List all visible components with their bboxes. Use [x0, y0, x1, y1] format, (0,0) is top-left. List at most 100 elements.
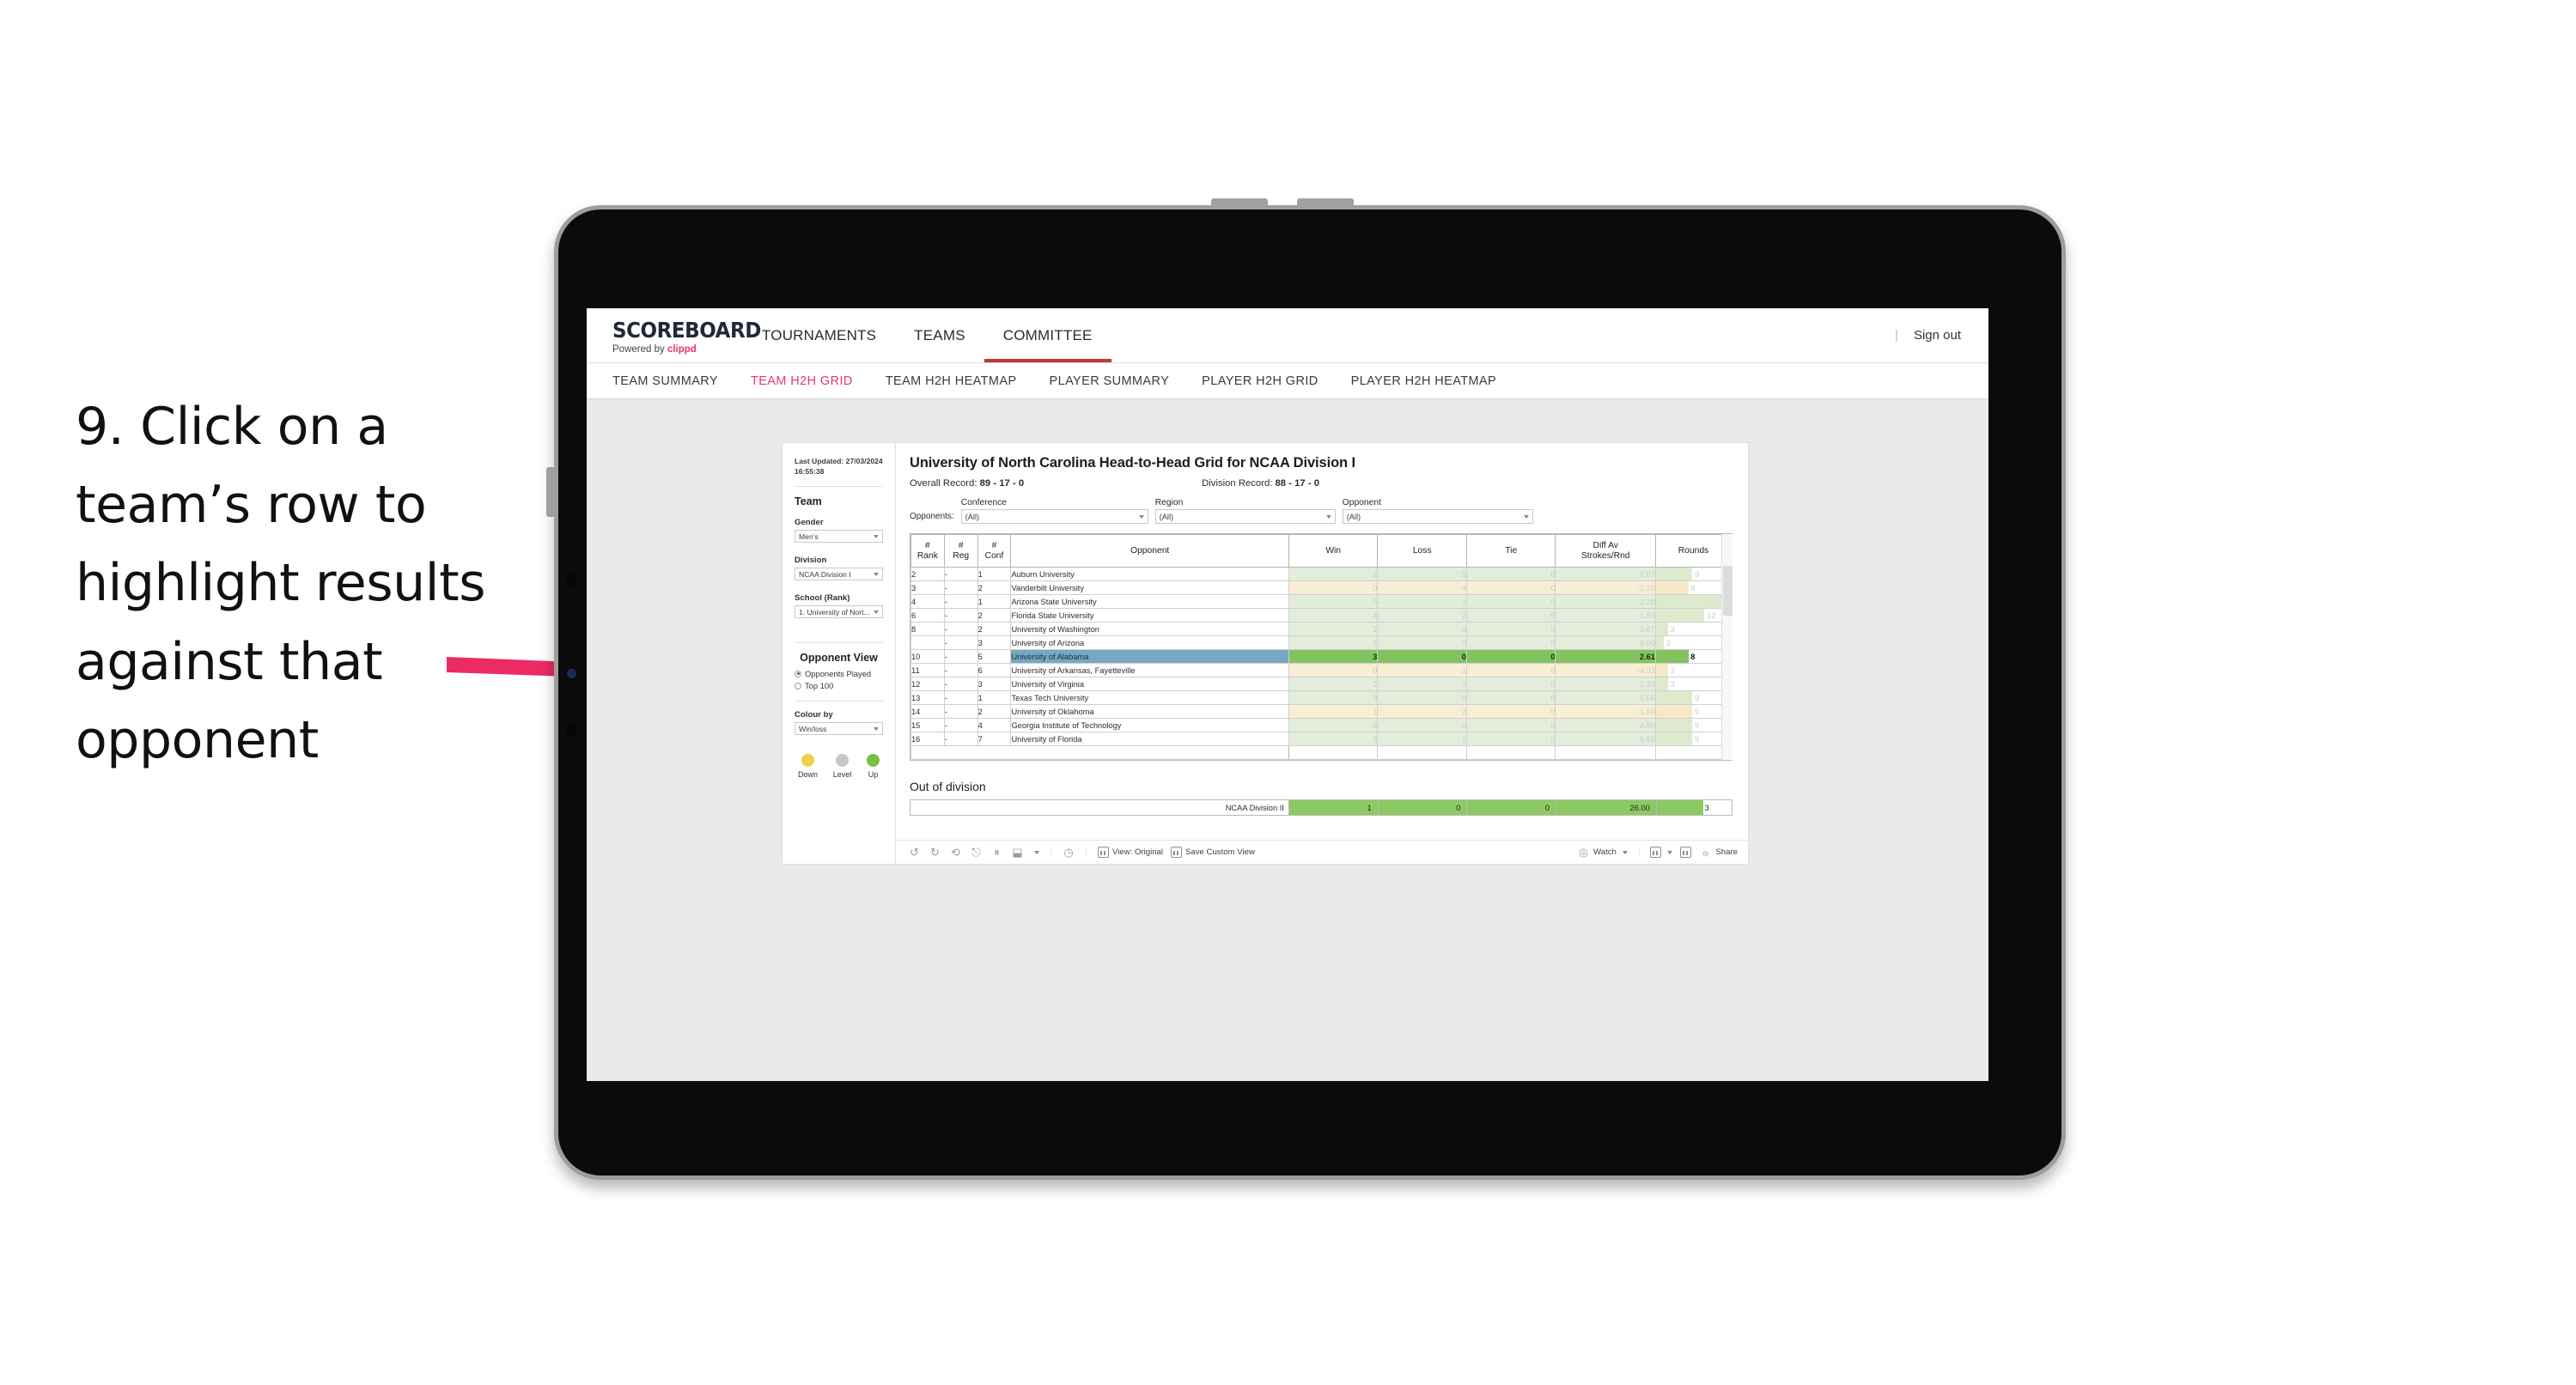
cell-conf: 6 [977, 663, 1012, 677]
cell-opponent: Auburn University [1010, 567, 1289, 581]
cell-rounds: 9 [1654, 567, 1733, 581]
volume-up-button[interactable] [1211, 198, 1268, 207]
radio-icon [795, 682, 801, 689]
cell-conf: 5 [977, 649, 1012, 664]
cell-conf: 1 [977, 690, 1012, 705]
download-button[interactable] [1650, 847, 1673, 858]
tab-team-h2h-grid[interactable]: TEAM H2H GRID [751, 374, 853, 388]
rounds-value: 9 [1694, 693, 1700, 702]
nav-teams[interactable]: TEAMS [895, 308, 984, 362]
cell-loss: 0 [1377, 718, 1467, 732]
cell-loss: 1 [1377, 663, 1467, 677]
col-rounds: Rounds [1654, 534, 1733, 568]
h2h-table: # Rank # Reg # Conf Opponent Win Loss Tie D… [910, 534, 1733, 760]
watch-button[interactable]: ◎ Watch [1577, 846, 1628, 859]
table-row[interactable]: 13-1 Texas Tech University 3 0 0 5.56 9 [910, 690, 1733, 705]
app-header: SCOREBOARD Powered by clippd TOURNAMENTS… [587, 308, 1988, 363]
viz-toolbar: ↺ ↻ ⟲ ⎋ ⏸ ⬓ | ◷ | View: Original Save Cu… [896, 840, 1748, 864]
division-select[interactable]: NCAA Division I [795, 568, 883, 581]
nav-committee[interactable]: COMMITTEE [984, 308, 1111, 362]
col-rank: # Rank [910, 534, 945, 568]
volume-down-button[interactable] [1297, 198, 1354, 207]
revert-icon[interactable]: ⟲ [949, 846, 962, 859]
cell-rank: 11 [910, 663, 945, 677]
cell-reg: - [943, 567, 978, 581]
redo-icon[interactable]: ↻ [929, 846, 941, 859]
cell-tie: 0 [1465, 704, 1556, 719]
reset-icon[interactable]: ⬓ [1011, 846, 1024, 859]
scrollbar-thumb[interactable] [1723, 566, 1733, 616]
tab-team-h2h-heatmap[interactable]: TEAM H2H HEATMAP [886, 374, 1017, 388]
sign-out-link[interactable]: Sign out [1914, 328, 1961, 343]
undo-icon[interactable]: ↺ [908, 846, 921, 859]
region-select[interactable]: (All) [1154, 509, 1336, 524]
cell-win: 0 [1288, 580, 1379, 595]
scoreboard-logo[interactable]: SCOREBOARD Powered by clippd [587, 308, 761, 362]
tab-player-h2h-grid[interactable]: PLAYER H2H GRID [1202, 374, 1318, 388]
radio-opponents-played[interactable]: Opponents Played [795, 669, 883, 678]
chevron-down-icon[interactable] [1034, 850, 1039, 854]
cell-reg: - [943, 663, 978, 677]
pause-icon[interactable]: ⏸ [990, 846, 1003, 859]
cell-loss: 0 [1377, 677, 1467, 691]
cell-rank: 10 [910, 649, 945, 664]
overall-record-label: Overall Record: [910, 478, 977, 489]
share-button[interactable]: ⦵ Share [1699, 846, 1738, 859]
clippd-brand: clippd [667, 344, 697, 355]
legend-item-down: Down [798, 754, 818, 779]
logo-powered-by: Powered by clippd [612, 344, 697, 355]
tab-team-summary[interactable]: TEAM SUMMARY [612, 374, 718, 388]
colour-by-select[interactable]: Win/loss [795, 722, 883, 736]
table-row[interactable]: 15-4 Georgia Institute of Technology 5 0 0 4.… [910, 718, 1733, 732]
table-row[interactable]: 14-2 University of Oklahoma 1 2 0 -1.00 9 [910, 704, 1733, 719]
cell-win: 5 [1288, 594, 1379, 609]
fullscreen-button[interactable] [1680, 847, 1692, 858]
table-row[interactable]: 3-2 Vanderbilt University 0 4 0 -2.29 8 [910, 580, 1733, 595]
division-value: NCAA Division I [799, 569, 851, 579]
col-reg: # Reg [943, 534, 978, 568]
table-row[interactable]: -3 University of Arizona 1 0 0 9.00 2 [910, 635, 1733, 650]
tab-player-summary[interactable]: PLAYER SUMMARY [1050, 374, 1170, 388]
cell-diff: 4.50 [1555, 718, 1656, 732]
clock-icon[interactable]: ◷ [1063, 846, 1075, 859]
cell-opponent: University of Florida [1010, 732, 1289, 746]
view-original-button[interactable]: View: Original [1098, 847, 1163, 858]
radio-top-100[interactable]: Top 100 [795, 681, 883, 690]
cell-diff: 2.28 [1555, 594, 1656, 609]
cell-tie: 0 [1465, 732, 1556, 746]
table-row[interactable]: 6-2 Florida State University 4 2 0 1.83 12 [910, 608, 1733, 623]
cell-rounds: 17 [1654, 594, 1733, 609]
table-row[interactable]: 11-6 University of Arkansas, Fayetteville… [910, 663, 1733, 677]
division-record-value: 88 - 17 - 0 [1275, 478, 1320, 489]
table-row[interactable]: 16-7 University of Florida 3 1 0 6.62 9 [910, 732, 1733, 746]
power-button[interactable] [546, 467, 555, 517]
gender-select[interactable]: Men’s [795, 530, 883, 544]
tab-player-h2h-heatmap[interactable]: PLAYER H2H HEATMAP [1351, 374, 1496, 388]
out-of-division-row[interactable]: NCAA Division II 1 0 0 26.00 3 [910, 799, 1733, 816]
chevron-down-icon [874, 610, 879, 614]
save-custom-view-button[interactable]: Save Custom View [1171, 847, 1255, 858]
conference-select[interactable]: (All) [960, 509, 1148, 524]
table-row[interactable]: 10-5 University of Alabama 3 0 0 2.61 8 [910, 649, 1733, 664]
cell-win: 4 [1288, 608, 1379, 623]
cell-conf: 4 [977, 718, 1012, 732]
nav-tournaments[interactable]: TOURNAMENTS [743, 308, 895, 362]
cell-tie: 0 [1465, 649, 1556, 664]
cell-reg: - [943, 608, 978, 623]
table-row[interactable]: 2-1 Auburn University 2 1 0 1.67 9 [910, 567, 1733, 581]
school-select[interactable]: 1. University of Nort... [795, 605, 883, 619]
cell-opponent: Vanderbilt University [1010, 580, 1289, 595]
table-row[interactable]: 4-1Arizona State University5102.2817 [910, 594, 1733, 609]
col-loss: Loss [1377, 534, 1467, 568]
share-label: Share [1715, 847, 1738, 857]
cell-loss: 0 [1377, 635, 1467, 650]
col-opponent: Opponent [1010, 534, 1289, 568]
table-vertical-scrollbar[interactable] [1721, 534, 1733, 760]
table-row[interactable]: 8-2 University of Washington 1 0 0 3.67 3 [910, 622, 1733, 636]
table-row[interactable]: 12-3 University of Virginia 1 0 0 2.33 3 [910, 677, 1733, 691]
cell-rounds: 3 [1654, 677, 1733, 691]
refresh-icon[interactable]: ⎋ [970, 846, 983, 859]
cell-diff: 1.83 [1555, 608, 1656, 623]
save-view-icon [1171, 847, 1183, 858]
opponent-select[interactable]: (All) [1342, 509, 1533, 524]
